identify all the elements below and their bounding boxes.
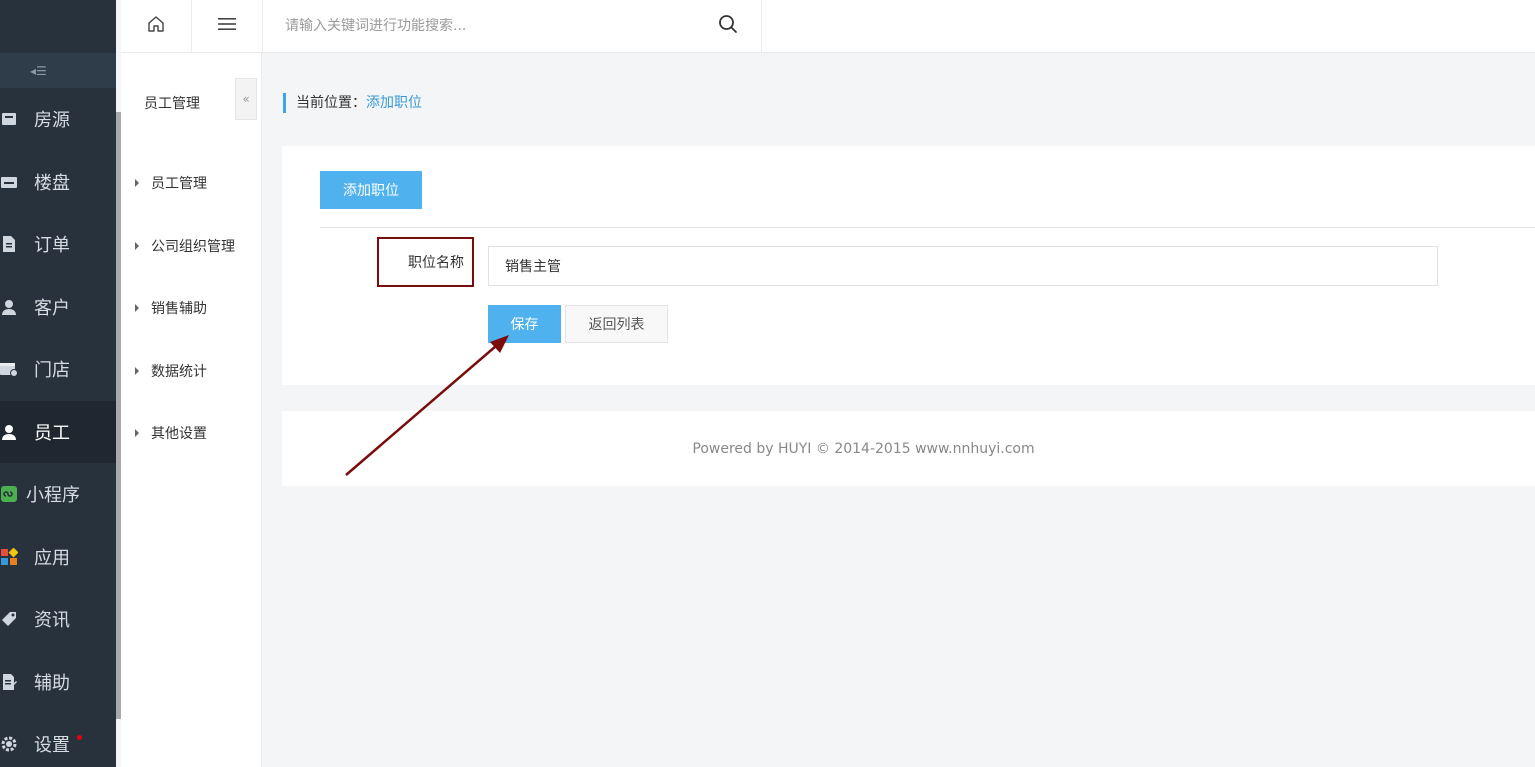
subnav-item-label: 其他设置: [151, 426, 207, 442]
subnav-item-label: 员工管理: [151, 176, 207, 192]
mini-program-icon: [0, 481, 22, 507]
add-position-button[interactable]: 添加职位: [320, 171, 422, 209]
edit-doc-icon: [0, 669, 22, 695]
home-button[interactable]: [121, 0, 192, 52]
sidebar-item-customers[interactable]: 客户: [0, 276, 116, 339]
sidebar-item-assist[interactable]: 辅助: [0, 651, 116, 714]
search-icon[interactable]: [717, 13, 739, 39]
hamburger-icon: [217, 16, 237, 36]
store-icon: [0, 356, 22, 382]
tag-icon: [0, 606, 22, 632]
document-icon: [0, 231, 22, 257]
subnav-collapse-button[interactable]: «: [235, 78, 257, 120]
gear-icon: [0, 731, 22, 757]
subnav-item-sales[interactable]: 销售辅助: [135, 298, 207, 318]
caret-right-icon: [135, 367, 139, 375]
sidebar-item-label: 房源: [34, 110, 70, 132]
footer-text: Powered by HUYI © 2014-2015 www.nnhuyi.c…: [692, 440, 1035, 457]
subnav-item-org[interactable]: 公司组织管理: [135, 236, 235, 256]
subnav-item-label: 公司组织管理: [151, 239, 235, 255]
caret-right-icon: [135, 179, 139, 187]
sidebar-item-label: 资讯: [34, 610, 70, 632]
sidebar-item-stores[interactable]: 门店: [0, 338, 116, 401]
sidebar-item-news[interactable]: 资讯: [0, 588, 116, 651]
sidebar-item-label: 楼盘: [34, 172, 70, 194]
field-label-text: 职位名称: [408, 255, 464, 271]
sidebar-item-orders[interactable]: 订单: [0, 213, 116, 276]
secondary-nav: 员工管理 « 员工管理 公司组织管理 销售辅助 数据统计 其他设置: [121, 53, 262, 767]
house-icon: [0, 106, 22, 132]
search-input[interactable]: [285, 18, 705, 34]
top-bar: [121, 0, 1535, 53]
breadcrumb: 当前位置：添加职位: [283, 93, 422, 113]
sidebar-logo-area: [0, 0, 116, 53]
caret-right-icon: [135, 242, 139, 250]
sidebar-item-apps[interactable]: 应用: [0, 526, 116, 589]
double-chevron-left-icon: «: [242, 92, 250, 106]
sidebar-item-settings[interactable]: 设置: [0, 713, 116, 767]
sidebar-item-label: 小程序: [26, 485, 80, 507]
sidebar-item-building[interactable]: 楼盘: [0, 151, 116, 214]
subnav-item-stats[interactable]: 数据统计: [135, 361, 207, 381]
back-to-list-button[interactable]: 返回列表: [565, 305, 668, 343]
sidebar-item-staff[interactable]: 员工: [0, 400, 116, 463]
sidebar-item-house[interactable]: 房源: [0, 88, 116, 151]
caret-right-icon: [135, 429, 139, 437]
divider: [320, 227, 1535, 228]
footer: Powered by HUYI © 2014-2015 www.nnhuyi.c…: [282, 411, 1535, 486]
sidebar-item-label: 门店: [34, 360, 70, 382]
search-bar: [263, 0, 762, 52]
user-icon: [0, 294, 22, 320]
save-button[interactable]: 保存: [488, 305, 561, 343]
collapse-icon: ◂☰: [30, 63, 47, 78]
caret-right-icon: [135, 304, 139, 312]
form-panel: 添加职位 职位名称 保存 返回列表: [282, 146, 1535, 385]
sidebar-item-label: 订单: [34, 235, 70, 257]
apps-icon: [0, 544, 22, 570]
breadcrumb-prefix: 当前位置：: [296, 95, 366, 111]
sidebar-item-label: 应用: [34, 547, 70, 569]
sidebar-item-label: 员工: [34, 422, 70, 444]
subnav-title: 员工管理: [144, 96, 200, 112]
subnav-item-other[interactable]: 其他设置: [135, 423, 207, 443]
subnav-item-label: 数据统计: [151, 364, 207, 380]
home-icon: [146, 14, 166, 38]
sidebar-item-label: 客户: [34, 297, 70, 319]
position-name-input[interactable]: [488, 246, 1438, 286]
subnav-item-staff[interactable]: 员工管理: [135, 173, 207, 193]
sidebar-item-label: 辅助: [34, 672, 70, 694]
notification-dot: [77, 735, 82, 740]
sidebar-collapse-toggle[interactable]: ◂☰: [0, 53, 116, 88]
main-sidebar: ◂☰ 房源 楼盘 订单 客户 门店 员工 小程序 应用 资讯 辅助 设置: [0, 0, 116, 767]
sidebar-item-label: 设置: [34, 735, 70, 757]
position-name-label: 职位名称: [377, 237, 474, 287]
subnav-item-label: 销售辅助: [151, 301, 207, 317]
menu-toggle-button[interactable]: [192, 0, 263, 52]
breadcrumb-current[interactable]: 添加职位: [366, 95, 422, 111]
building-icon: [0, 169, 22, 195]
person-icon: [0, 419, 22, 445]
sidebar-item-mini-program[interactable]: 小程序: [0, 463, 116, 526]
